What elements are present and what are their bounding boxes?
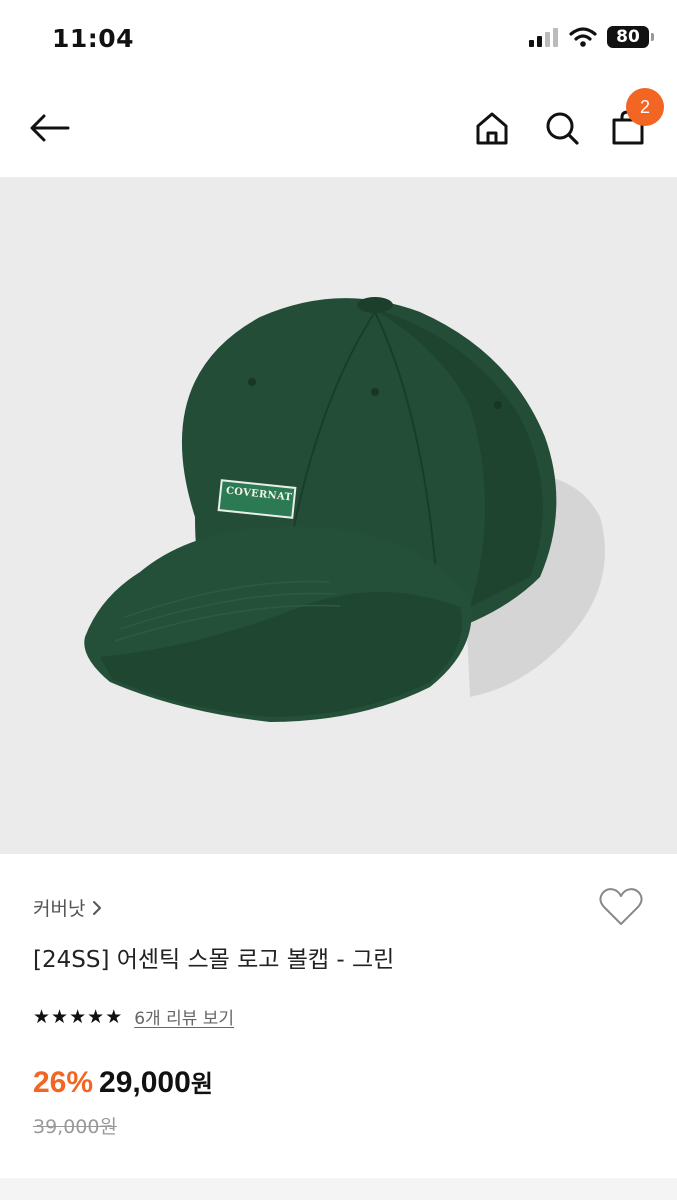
price-row: 26% 29,000원 xyxy=(33,1064,213,1100)
battery-indicator: 80 xyxy=(607,26,654,48)
product-name: [24SS] 어센틱 스몰 로고 볼캡 - 그린 xyxy=(33,947,395,973)
cap-illustration xyxy=(84,297,605,722)
signal-icon xyxy=(529,28,558,47)
star-icon: ★ xyxy=(51,1005,69,1028)
star-rating: ★ ★ ★ ★ ★ xyxy=(33,1007,122,1027)
wifi-icon xyxy=(569,27,597,47)
like-button[interactable] xyxy=(598,886,644,932)
star-icon: ★ xyxy=(105,1005,123,1028)
heart-icon xyxy=(599,888,643,925)
home-icon xyxy=(476,112,508,145)
home-button[interactable] xyxy=(468,104,516,152)
brand-name: 커버낫 xyxy=(33,898,86,920)
search-icon xyxy=(546,112,579,145)
section-divider xyxy=(0,1178,677,1200)
brand-link[interactable]: 커버낫 xyxy=(33,894,103,921)
top-nav-bar xyxy=(0,80,677,176)
status-bar: 11:04 80 xyxy=(0,0,677,80)
star-icon: ★ xyxy=(87,1005,105,1028)
rating-row: ★ ★ ★ ★ ★ 6개 리뷰 보기 xyxy=(33,1004,234,1030)
star-icon: ★ xyxy=(69,1005,87,1028)
star-icon: ★ xyxy=(33,1005,51,1028)
search-button[interactable] xyxy=(538,104,586,152)
back-button[interactable] xyxy=(26,104,74,152)
review-link[interactable]: 6개 리뷰 보기 xyxy=(134,1004,234,1029)
product-image[interactable]: COVERNAT xyxy=(0,177,677,854)
cart-count-badge: 2 xyxy=(626,88,664,126)
price-unit: 원 xyxy=(190,1070,213,1098)
discount-rate: 26% xyxy=(33,1066,94,1099)
back-arrow-icon xyxy=(30,114,70,142)
status-icons: 80 xyxy=(529,26,654,48)
status-time: 11:04 xyxy=(52,24,135,53)
chevron-right-icon xyxy=(93,900,102,915)
original-price: 39,000원 xyxy=(33,1116,117,1138)
sale-price: 29,000 xyxy=(99,1066,191,1099)
